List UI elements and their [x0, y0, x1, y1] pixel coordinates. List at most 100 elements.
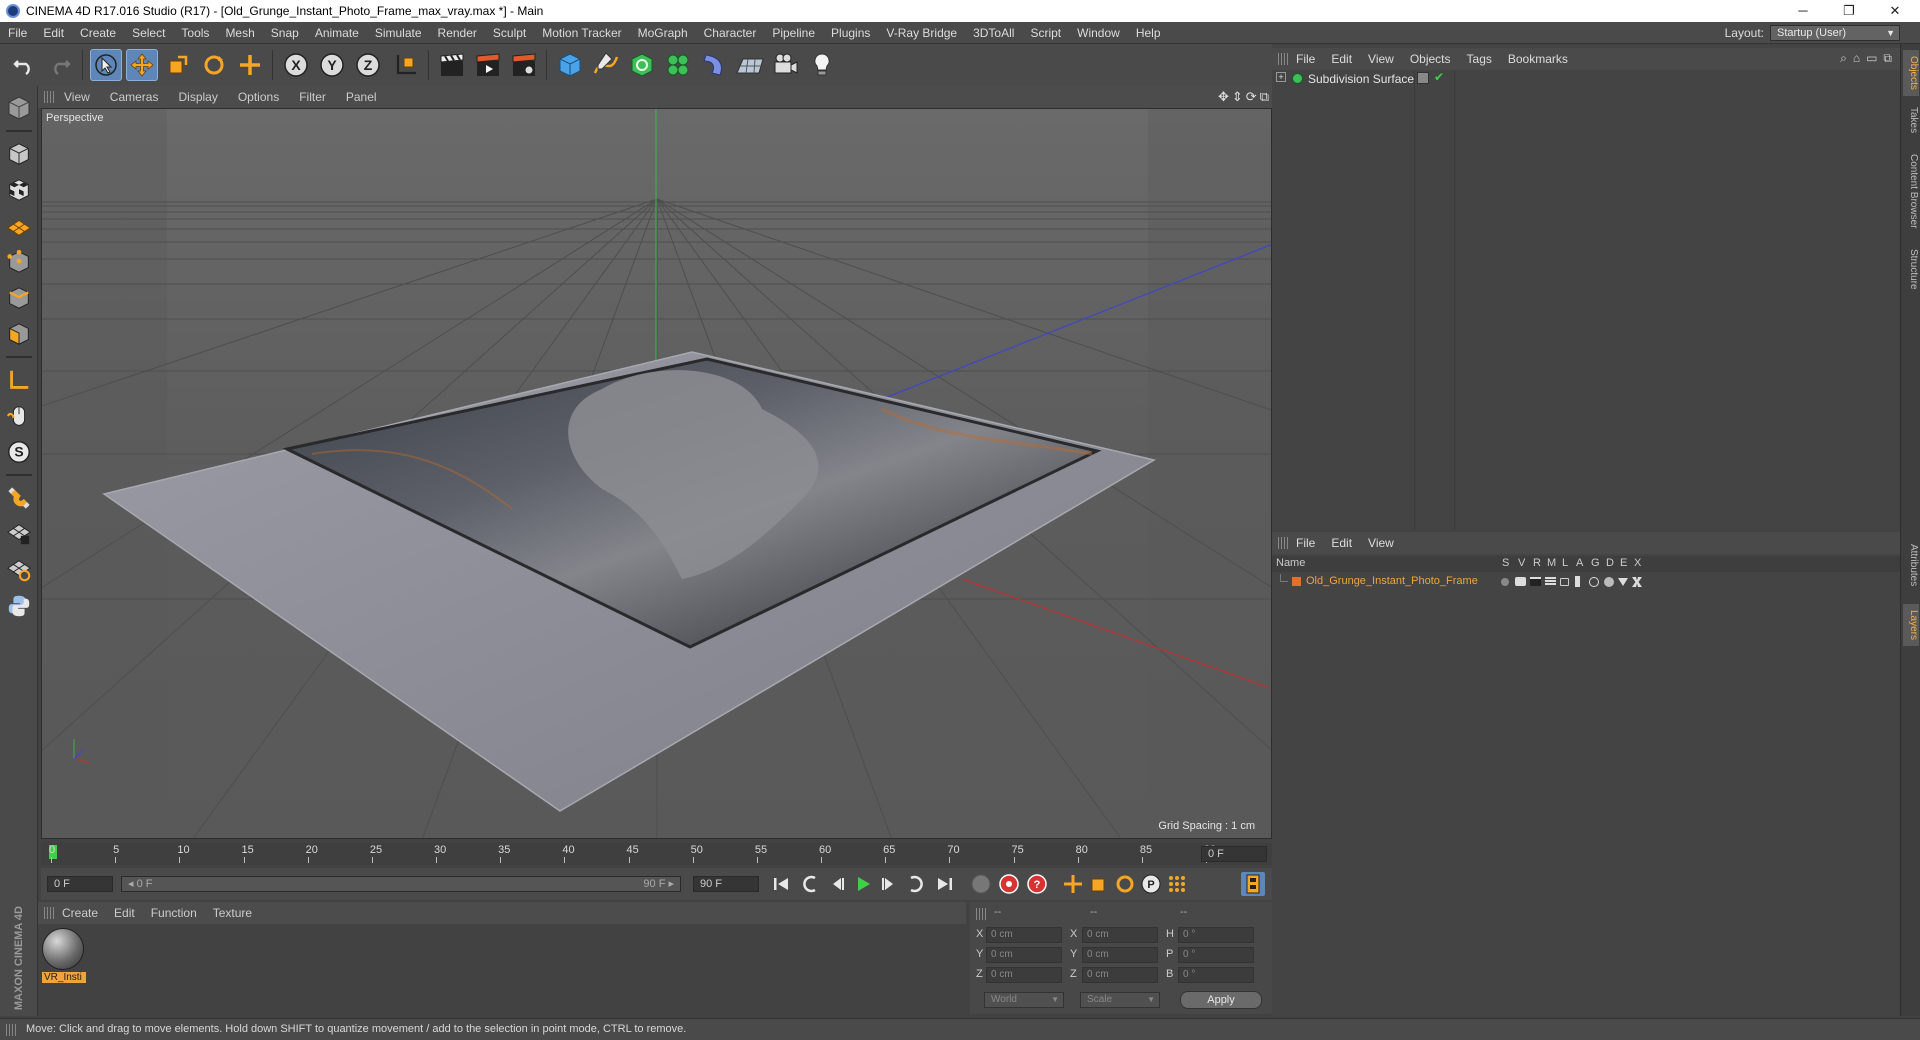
lock-y-axis-button[interactable]: Y [316, 49, 348, 81]
rot-h-field[interactable]: 0 ° [1178, 927, 1254, 943]
timeline-ruler[interactable]: 0 5 10 15 20 25 30 35 40 45 50 55 60 65 … [41, 843, 1275, 865]
previous-key-button[interactable] [799, 872, 823, 896]
add-cube-button[interactable] [554, 49, 586, 81]
layer-col-generators[interactable]: G [1591, 557, 1600, 569]
make-editable-button[interactable] [3, 92, 35, 124]
object-menu-tags[interactable]: Tags [1459, 48, 1500, 70]
orbit-view-icon[interactable]: ⟳ [1246, 89, 1257, 105]
minimize-panel-icon[interactable]: ▭ [1866, 51, 1877, 66]
check-enabled-icon[interactable]: ✔ [1434, 70, 1444, 84]
material-menu-create[interactable]: Create [54, 902, 106, 924]
max-time-field[interactable]: 90 F [693, 876, 759, 892]
scale-tool-button[interactable] [162, 49, 194, 81]
size-y-field[interactable]: 0 cm [1082, 947, 1158, 963]
previous-frame-button[interactable] [825, 872, 849, 896]
layer-color-swatch[interactable] [1292, 577, 1301, 586]
tab-layers[interactable]: Layers [1903, 604, 1919, 646]
material-menu-texture[interactable]: Texture [205, 902, 260, 924]
dolly-view-icon[interactable]: ⇕ [1232, 89, 1243, 105]
size-z-field[interactable]: 0 cm [1082, 967, 1158, 983]
key-position-button[interactable] [1061, 872, 1085, 896]
menu-vray-bridge[interactable]: V-Ray Bridge [878, 22, 965, 44]
next-key-button[interactable] [903, 872, 927, 896]
menu-file[interactable]: File [0, 22, 35, 44]
polygons-mode-button[interactable] [3, 318, 35, 350]
add-floor-button[interactable] [734, 49, 766, 81]
pos-y-field[interactable]: 0 cm [986, 947, 1062, 963]
manager-list-icon[interactable] [1545, 577, 1556, 586]
layer-col-manager[interactable]: M [1547, 557, 1556, 569]
lock-x-axis-button[interactable]: X [280, 49, 312, 81]
menu-render[interactable]: Render [430, 22, 485, 44]
menu-help[interactable]: Help [1128, 22, 1169, 44]
redo-button[interactable] [44, 49, 76, 81]
workplane-mode-button[interactable] [3, 210, 35, 242]
tag-edit-icon[interactable] [1417, 72, 1429, 84]
size-mode-dropdown[interactable]: Scale ▼ [1080, 992, 1160, 1008]
axis-mode-button[interactable] [3, 364, 35, 396]
tab-content-browser[interactable]: Content Browser [1903, 146, 1919, 236]
model-mode-button[interactable] [3, 138, 35, 170]
layer-name[interactable]: Old_Grunge_Instant_Photo_Frame [1306, 575, 1478, 587]
object-menu-file[interactable]: File [1288, 48, 1323, 70]
object-menu-objects[interactable]: Objects [1402, 48, 1459, 70]
layer-row[interactable]: Old_Grunge_Instant_Photo_Frame [1272, 574, 1900, 590]
layer-col-expressions[interactable]: E [1620, 557, 1627, 569]
go-to-end-button[interactable] [933, 872, 957, 896]
viewport-menu-cameras[interactable]: Cameras [100, 86, 169, 108]
viewport-menu-panel[interactable]: Panel [336, 86, 387, 108]
menu-mograph[interactable]: MoGraph [630, 22, 696, 44]
go-to-start-button[interactable] [769, 872, 793, 896]
viewport-menu-display[interactable]: Display [168, 86, 227, 108]
close-button[interactable]: ✕ [1872, 0, 1918, 22]
render-view-button[interactable] [436, 49, 468, 81]
snapping-button[interactable]: S [3, 436, 35, 468]
texture-mode-button[interactable] [3, 174, 35, 206]
lock-icon[interactable] [1560, 578, 1569, 586]
rotate-tool-button[interactable] [198, 49, 230, 81]
layer-col-solo[interactable]: S [1502, 557, 1509, 569]
expand-plus-icon[interactable]: + [1276, 72, 1286, 82]
viewport-menu-options[interactable]: Options [228, 86, 289, 108]
coordinate-system-button[interactable] [390, 49, 422, 81]
viewport-menu-view[interactable]: View [54, 86, 100, 108]
layer-col-view[interactable]: V [1518, 557, 1525, 569]
tab-structure[interactable]: Structure [1903, 242, 1919, 296]
menu-simulate[interactable]: Simulate [367, 22, 430, 44]
timeline-window-button[interactable] [1241, 872, 1265, 896]
menu-character[interactable]: Character [696, 22, 765, 44]
expression-icon[interactable] [1618, 578, 1628, 586]
restore-button[interactable]: ❐ [1826, 0, 1872, 22]
preview-range-slider[interactable]: ◂ 0 F 90 F ▸ [121, 876, 681, 892]
tab-attributes[interactable]: Attributes [1903, 534, 1919, 596]
add-mograph-button[interactable] [662, 49, 694, 81]
add-spline-button[interactable] [590, 49, 622, 81]
generator-icon[interactable] [1589, 577, 1599, 587]
object-menu-edit[interactable]: Edit [1323, 48, 1360, 70]
render-to-picture-viewer-button[interactable] [472, 49, 504, 81]
live-selection-button[interactable] [90, 49, 122, 81]
menu-3dtoall[interactable]: 3DToAll [965, 22, 1022, 44]
material-menu-edit[interactable]: Edit [106, 902, 143, 924]
pan-view-icon[interactable]: ✥ [1218, 89, 1229, 105]
layer-col-xref[interactable]: X [1634, 557, 1641, 569]
add-camera-button[interactable] [770, 49, 802, 81]
layer-col-deformers[interactable]: D [1606, 557, 1614, 569]
python-button[interactable] [3, 590, 35, 622]
menu-select[interactable]: Select [124, 22, 173, 44]
perspective-viewport[interactable]: Perspective Grid Spacing : 1 cm [41, 108, 1272, 839]
play-button[interactable] [851, 872, 875, 896]
layout-dropdown[interactable]: Startup (User) ▼ [1770, 25, 1900, 41]
rot-p-field[interactable]: 0 ° [1178, 947, 1254, 963]
home-icon[interactable]: ⌂ [1853, 51, 1860, 66]
material-item[interactable]: VR_Insti [42, 928, 86, 988]
menu-window[interactable]: Window [1069, 22, 1128, 44]
tab-objects[interactable]: Objects [1903, 50, 1919, 96]
lock-z-axis-button[interactable]: Z [352, 49, 384, 81]
menu-mesh[interactable]: Mesh [217, 22, 262, 44]
layer-menu-edit[interactable]: Edit [1323, 536, 1360, 550]
render-settings-button[interactable] [508, 49, 540, 81]
menu-script[interactable]: Script [1022, 22, 1069, 44]
minimize-button[interactable]: ─ [1780, 0, 1826, 22]
planar-workplane-button[interactable] [3, 554, 35, 586]
